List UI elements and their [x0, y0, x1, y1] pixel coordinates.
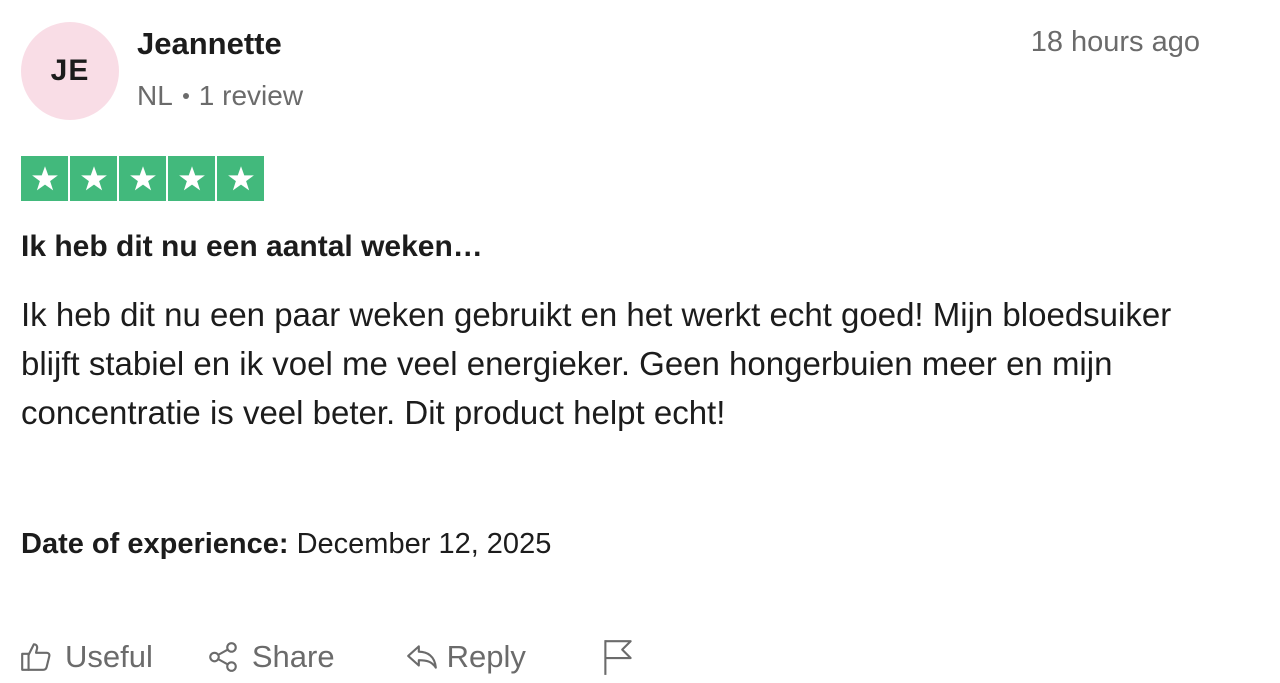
- thumbs-up-icon: [21, 643, 51, 671]
- date-of-experience-value: December 12, 2025: [296, 528, 552, 560]
- avatar[interactable]: JE: [21, 22, 119, 120]
- report-flag-button[interactable]: [601, 637, 647, 677]
- star-icon: [168, 156, 215, 201]
- review-timestamp: 18 hours ago: [1030, 26, 1200, 58]
- star-icon: [119, 156, 166, 201]
- reviewer-meta: NL 1 review: [137, 80, 303, 112]
- share-button[interactable]: Share: [206, 639, 335, 675]
- useful-button[interactable]: Useful: [19, 639, 153, 675]
- flag-icon: [604, 640, 632, 675]
- reviewer-review-count[interactable]: 1 review: [199, 80, 303, 112]
- review-title[interactable]: Ik heb dit nu een aantal weken…: [21, 230, 483, 264]
- review-card: JE Jeannette NL 1 review 18 hours ago Ik…: [0, 0, 1280, 683]
- star-icon: [70, 156, 117, 201]
- review-actions: Useful Share Reply: [19, 633, 647, 681]
- useful-label: Useful: [65, 639, 153, 674]
- share-label: Share: [251, 639, 335, 674]
- star-icon: [21, 156, 68, 201]
- date-of-experience: Date of experience: December 12, 2025: [21, 528, 551, 561]
- reply-icon: [406, 645, 437, 669]
- star-rating: [21, 156, 264, 201]
- reviewer-name[interactable]: Jeannette: [137, 26, 282, 62]
- reply-label: Reply: [446, 639, 526, 674]
- date-of-experience-label: Date of experience:: [21, 528, 289, 560]
- separator-dot: [182, 93, 189, 99]
- reviewer-country: NL: [137, 80, 173, 111]
- star-icon: [217, 156, 264, 201]
- review-body: Ik heb dit nu een paar weken gebruikt en…: [21, 296, 1172, 431]
- reply-button[interactable]: Reply: [405, 639, 526, 675]
- share-icon: [209, 642, 237, 672]
